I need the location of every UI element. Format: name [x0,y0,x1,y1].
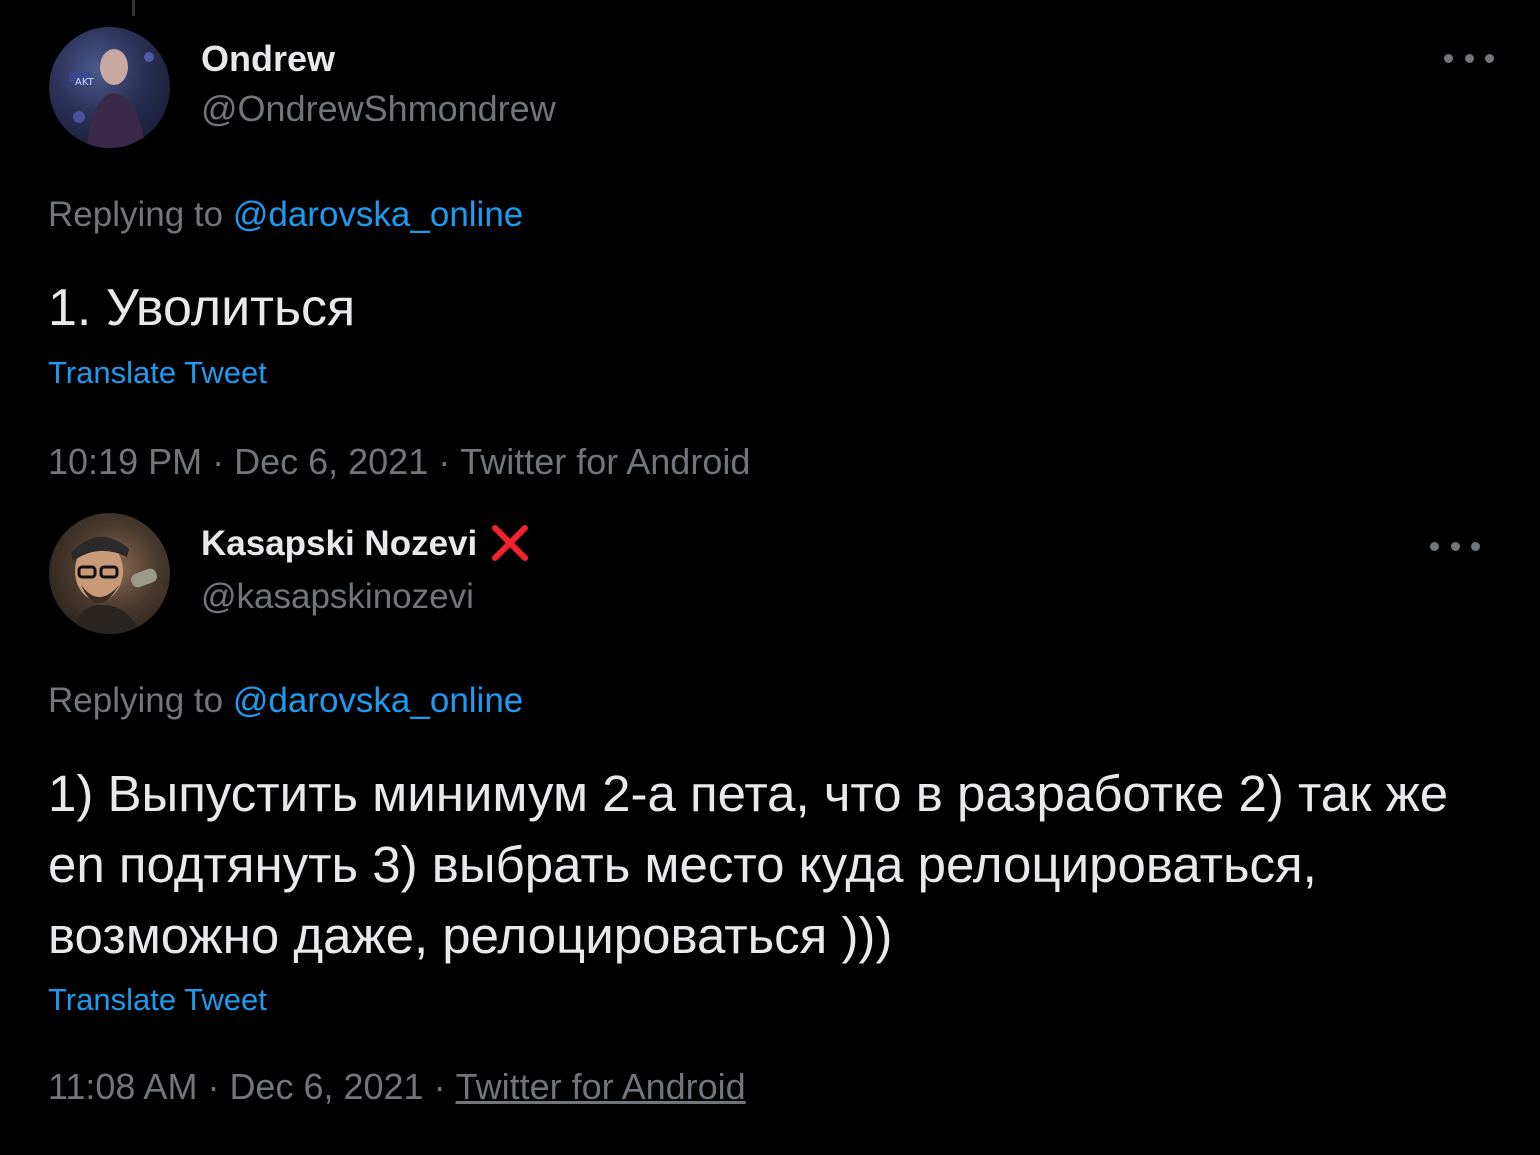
replying-prefix: Replying to [48,195,224,234]
tweet-metadata: 11:08 AM · Dec 6, 2021 · Twitter for Android [48,1066,746,1108]
tweet-time[interactable]: 10:19 PM [48,441,202,482]
replying-to-line: Replying to @darovska_online [48,195,523,235]
more-options-button[interactable] [1444,43,1494,73]
red-cross-mark-icon [492,524,529,561]
tweet-text: 1) Выпустить минимум 2-а пета, что в раз… [48,765,1449,964]
tweet-source-link[interactable]: Twitter for Android [456,1066,746,1107]
user-handle[interactable]: @kasapskinozevi [201,577,474,617]
replying-to-mention-link[interactable]: @darovska_online [233,681,523,720]
display-name[interactable]: Kasapski Nozevi [201,524,531,567]
more-dot-icon [1450,541,1460,551]
replying-to-line: Replying to @darovska_online [48,681,523,721]
replying-to-mention-link[interactable]: @darovska_online [233,195,523,234]
svg-text:AKT: AKT [75,77,95,88]
translate-tweet-link[interactable]: Translate Tweet [48,982,267,1018]
avatar-photo-icon [69,536,157,634]
display-name[interactable]: Ondrew [201,38,335,80]
tweet-time[interactable]: 11:08 AM [48,1066,197,1107]
more-dot-icon [1485,53,1494,63]
more-dot-icon [1444,53,1453,63]
user-avatar[interactable] [49,513,170,634]
translate-tweet-link[interactable]: Translate Tweet [48,355,267,391]
tweet: AKT Ondrew @OndrewShmondrew Replying to … [0,0,1540,500]
user-handle[interactable]: @OndrewShmondrew [201,88,556,130]
tweet-source-link[interactable]: Twitter for Android [460,441,750,482]
tweet-text: 1. Уволиться [48,279,356,337]
more-options-button[interactable] [1430,531,1480,561]
meta-separator: · [433,1066,446,1107]
replying-prefix: Replying to [48,681,224,720]
more-dot-icon [1464,53,1474,63]
tweet-metadata: 10:19 PM · Dec 6, 2021 · Twitter for Android [48,441,750,483]
meta-separator: · [438,441,451,482]
more-dot-icon [1471,541,1480,551]
user-avatar[interactable]: AKT [49,27,170,148]
display-name-text: Kasapski Nozevi [201,524,478,563]
more-dot-icon [1430,541,1439,551]
tweet-date[interactable]: Dec 6, 2021 [229,1066,423,1107]
tweet-date[interactable]: Dec 6, 2021 [234,441,428,482]
meta-separator: · [207,1066,220,1107]
avatar-photo-icon: AKT [69,49,154,148]
meta-separator: · [212,441,225,482]
tweet: Kasapski Nozevi @kasapskinozevi Replying… [0,500,1540,1155]
